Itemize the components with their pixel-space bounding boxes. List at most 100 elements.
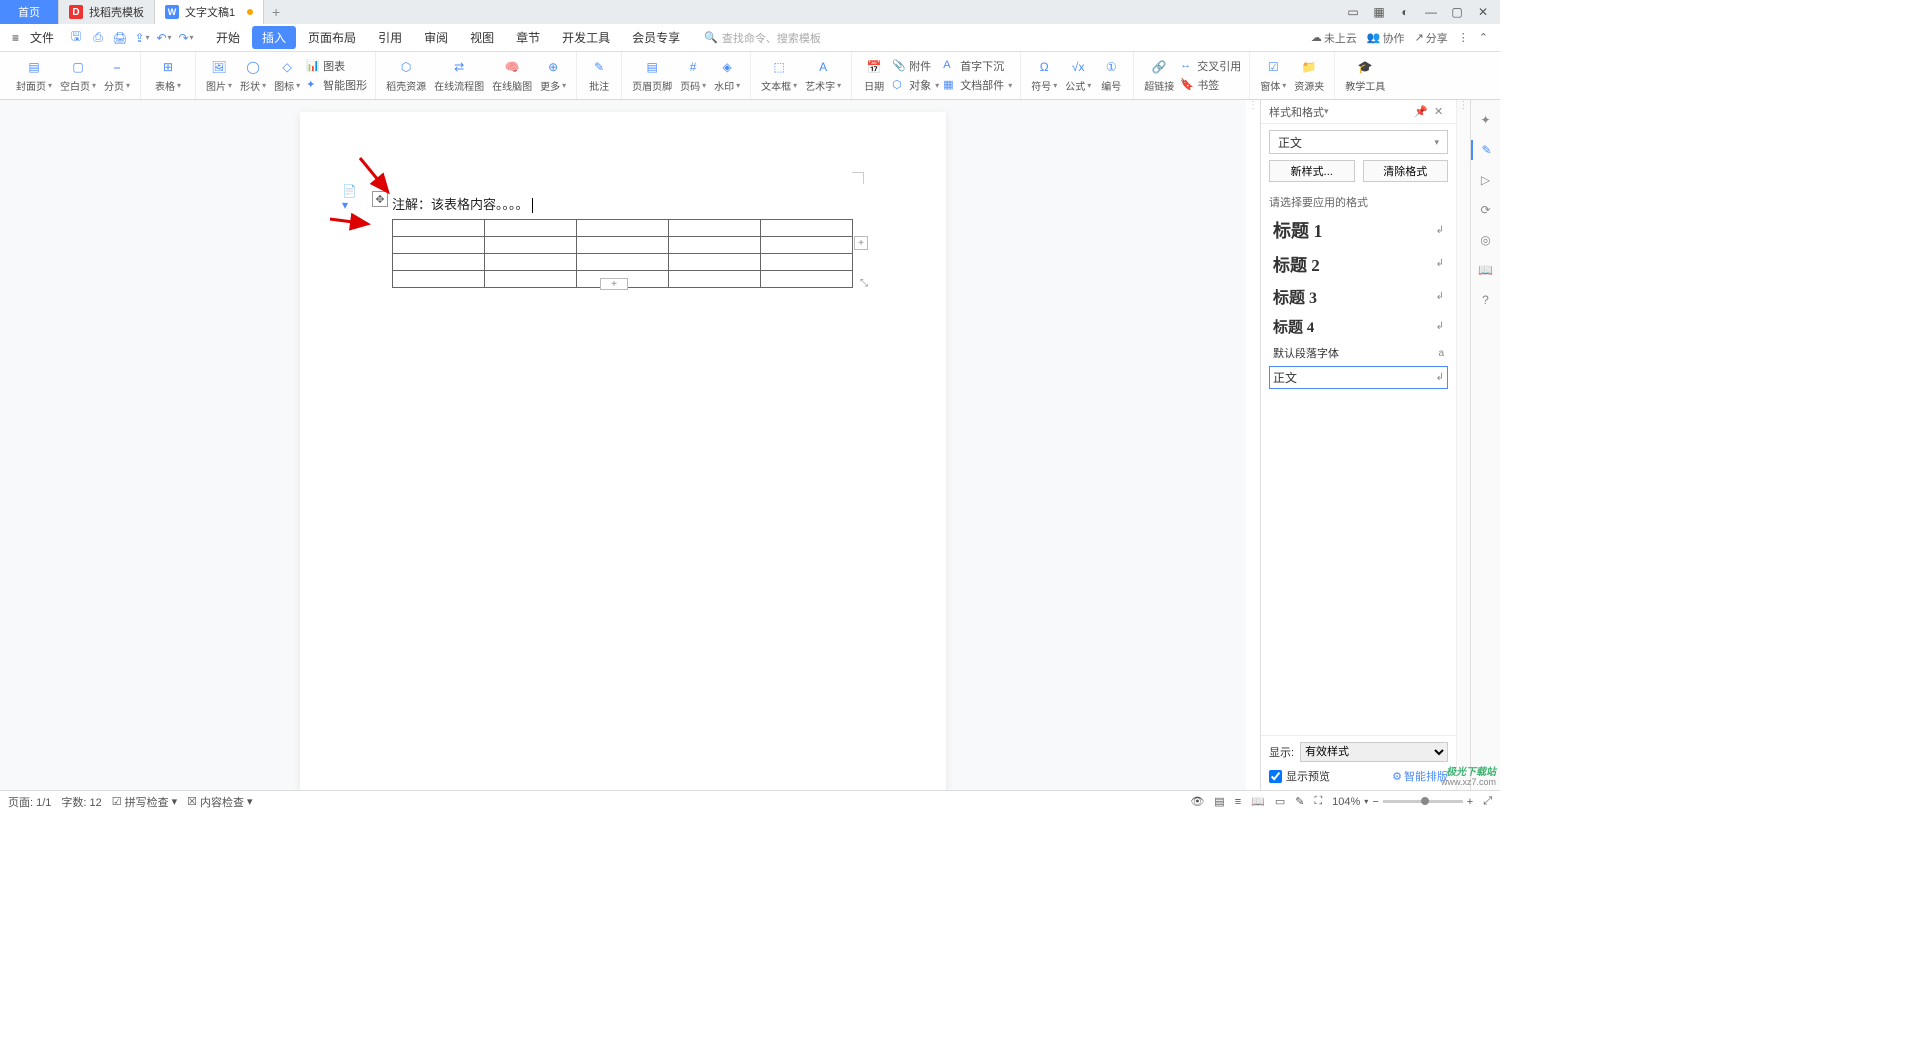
add-row-button[interactable]: + xyxy=(600,278,628,290)
docparts-button[interactable]: ▦文档部件 xyxy=(941,76,1014,94)
new-tab-button[interactable]: + xyxy=(264,0,288,24)
hyperlink-button[interactable]: 🔗超链接 xyxy=(1140,52,1178,99)
wordart-button[interactable]: A艺术字 xyxy=(801,52,845,99)
flowchart-button[interactable]: ⇄在线流程图 xyxy=(430,52,488,99)
table-cell[interactable] xyxy=(485,220,577,237)
menu-item-引用[interactable]: 引用 xyxy=(368,26,412,49)
style-item[interactable]: 标题 1↲ xyxy=(1269,214,1448,246)
clear-format-button[interactable]: 清除格式 xyxy=(1363,160,1449,182)
style-item[interactable]: 标题 3↲ xyxy=(1269,281,1448,311)
close-button[interactable]: ✕ xyxy=(1472,2,1494,22)
side-help-icon[interactable]: ? xyxy=(1476,290,1496,310)
expand-icon[interactable]: ⤢ xyxy=(1483,795,1492,808)
export-icon[interactable]: ⇪ xyxy=(134,30,150,46)
more-icon[interactable]: ⋮ xyxy=(1458,31,1469,44)
table-cell[interactable] xyxy=(393,237,485,254)
table-cell[interactable] xyxy=(485,237,577,254)
style-item[interactable]: 正文↲ xyxy=(1269,366,1448,389)
ai-layout-button[interactable]: ⚙ 智能排版 xyxy=(1392,768,1448,784)
table-cell[interactable] xyxy=(577,237,669,254)
table-cell[interactable] xyxy=(485,271,577,288)
view-outline-icon[interactable]: ≡ xyxy=(1235,796,1241,808)
view-web-icon[interactable]: ▭ xyxy=(1275,795,1285,808)
comment-button[interactable]: ✎批注 xyxy=(583,52,615,99)
print-preview-icon[interactable]: ⎙ xyxy=(90,30,106,46)
smart-shape-button[interactable]: ✦智能图形 xyxy=(304,76,369,94)
dropcap-button[interactable]: A首字下沉 xyxy=(941,57,1014,75)
style-item[interactable]: 标题 4↲ xyxy=(1269,313,1448,340)
table-cell[interactable] xyxy=(577,220,669,237)
side-property-icon[interactable]: ◎ xyxy=(1476,230,1496,250)
menu-item-视图[interactable]: 视图 xyxy=(460,26,504,49)
maximize-button[interactable]: ▢ xyxy=(1446,2,1468,22)
annotation-text[interactable]: 注解：该表格内容。。。。 xyxy=(392,197,529,212)
word-count[interactable]: 字数: 12 xyxy=(61,794,101,810)
edu-tools-button[interactable]: 🎓教学工具 xyxy=(1341,52,1389,99)
date-button[interactable]: 📅日期 xyxy=(858,52,890,99)
table-cell[interactable] xyxy=(669,220,761,237)
skin-icon[interactable]: ◐ xyxy=(1394,2,1416,22)
document-canvas[interactable]: 📄▾ ✥ 注解：该表格内容。。。。 + + ⤡ xyxy=(0,100,1246,790)
preview-checkbox[interactable]: 显示预览 xyxy=(1269,768,1330,784)
current-style-select[interactable]: 正文 ▾ xyxy=(1269,130,1448,154)
view-read-icon[interactable]: 📖 xyxy=(1251,795,1265,808)
new-style-button[interactable]: 新样式... xyxy=(1269,160,1355,182)
crossref-button[interactable]: ↔交叉引用 xyxy=(1178,57,1243,75)
eye-icon[interactable]: 👁 xyxy=(1190,795,1204,808)
attachment-button[interactable]: 📎附件 xyxy=(890,57,941,75)
cover-page-button[interactable]: ▤封面页 xyxy=(12,52,56,99)
table-button[interactable]: ⊞表格 xyxy=(147,52,189,99)
side-ai-icon[interactable]: ✦ xyxy=(1476,110,1496,130)
table-cell[interactable] xyxy=(669,271,761,288)
page-number-button[interactable]: #页码 xyxy=(676,52,710,99)
share-button[interactable]: ↗ 分享 xyxy=(1415,30,1448,46)
side-select-icon[interactable]: ▷ xyxy=(1476,170,1496,190)
table-cell[interactable] xyxy=(393,254,485,271)
mindmap-button[interactable]: 🧠在线脑图 xyxy=(488,52,536,99)
page-indicator[interactable]: 页面: 1/1 xyxy=(8,794,51,810)
menu-item-页面布局[interactable]: 页面布局 xyxy=(298,26,366,49)
menu-item-插入[interactable]: 插入 xyxy=(252,26,296,49)
more-button[interactable]: ⊕更多 xyxy=(536,52,570,99)
style-item[interactable]: 默认段落字体a xyxy=(1269,342,1448,364)
style-item[interactable]: 标题 2↲ xyxy=(1269,248,1448,279)
header-footer-button[interactable]: ▤页眉页脚 xyxy=(628,52,676,99)
side-read-icon[interactable]: 📖 xyxy=(1476,260,1496,280)
print-icon[interactable]: 🖨 xyxy=(112,30,128,46)
panel-drag-handle-right[interactable]: ⋮ xyxy=(1456,100,1470,790)
view-focus-icon[interactable]: ✎ xyxy=(1295,795,1304,808)
minimize-button[interactable]: — xyxy=(1420,2,1442,22)
blank-page-button[interactable]: ▢空白页 xyxy=(56,52,100,99)
zoom-slider[interactable] xyxy=(1383,800,1463,803)
table-cell[interactable] xyxy=(393,271,485,288)
show-filter-select[interactable]: 有效样式 xyxy=(1300,742,1448,762)
object-button[interactable]: ⬡对象 xyxy=(890,76,941,94)
menu-item-开发工具[interactable]: 开发工具 xyxy=(552,26,620,49)
table-cell[interactable] xyxy=(761,271,853,288)
menu-item-审阅[interactable]: 审阅 xyxy=(414,26,458,49)
table-cell[interactable] xyxy=(485,254,577,271)
number-button[interactable]: ①编号 xyxy=(1095,52,1127,99)
redo-icon[interactable]: ↷ xyxy=(178,30,194,46)
panel-drag-handle-left[interactable]: ⋮ xyxy=(1246,100,1260,790)
menu-item-章节[interactable]: 章节 xyxy=(506,26,550,49)
tab-document[interactable]: W 文字文稿1 xyxy=(155,0,264,24)
table-cell[interactable] xyxy=(669,237,761,254)
symbol-button[interactable]: Ω符号 xyxy=(1027,52,1061,99)
picture-button[interactable]: 🖼图片 xyxy=(202,52,236,99)
command-search[interactable]: 🔍 查找命令、搜索模板 xyxy=(704,30,821,46)
pin-icon[interactable]: 📌 xyxy=(1414,105,1428,118)
table-cell[interactable] xyxy=(393,220,485,237)
menu-item-会员专享[interactable]: 会员专享 xyxy=(622,26,690,49)
tab-templates[interactable]: D 找稻壳模板 xyxy=(59,0,155,24)
zoom-in-button[interactable]: + xyxy=(1467,796,1473,808)
icon-button[interactable]: ◇图标 xyxy=(270,52,304,99)
cloud-status[interactable]: ☁ 未上云 xyxy=(1311,30,1357,46)
panel-close-icon[interactable]: ✕ xyxy=(1434,105,1448,118)
chevron-up-icon[interactable]: ⌃ xyxy=(1479,31,1488,44)
bookmark-button[interactable]: 🔖书签 xyxy=(1178,76,1243,94)
docer-resource-button[interactable]: ⬡稻壳资源 xyxy=(382,52,430,99)
shape-button[interactable]: ◯形状 xyxy=(236,52,270,99)
tab-home[interactable]: 首页 xyxy=(0,0,59,24)
spellcheck-toggle[interactable]: ☑ 拼写检查 ▾ xyxy=(112,794,177,810)
